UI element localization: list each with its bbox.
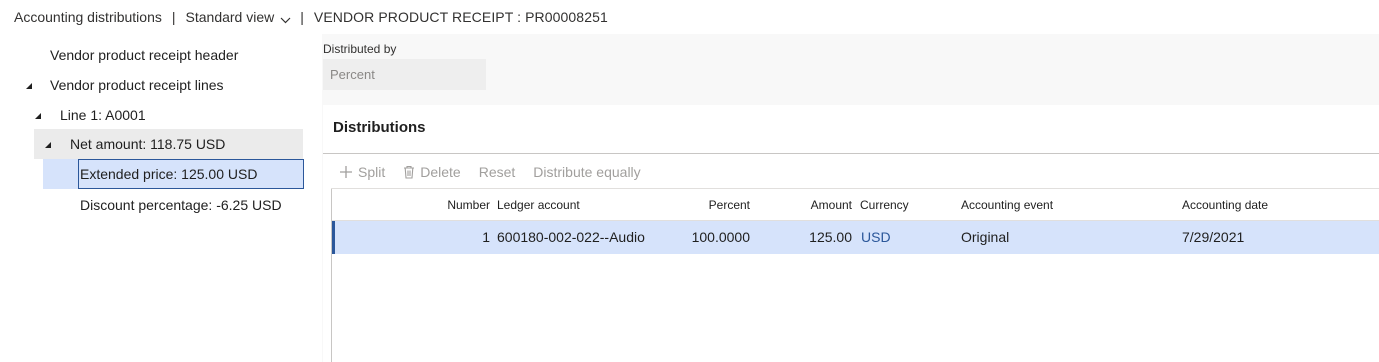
split-button[interactable]: Split	[339, 164, 385, 180]
column-header-accounting-event[interactable]: Accounting event	[961, 189, 1053, 221]
source-document-tree: Vendor product receipt header Vendor pro…	[0, 40, 310, 362]
tree-item-label: Discount percentage: -6.25 USD	[80, 197, 282, 213]
distributed-by-field: Percent	[323, 59, 486, 90]
cell-number[interactable]: 1	[482, 221, 490, 253]
distributed-by-label: Distributed by	[323, 42, 397, 56]
tree-item-line-1[interactable]: Line 1: A0001	[60, 100, 146, 130]
column-header-ledger-account[interactable]: Ledger account	[497, 189, 580, 221]
distributions-toolbar: Split Delete Reset Distribute equally	[339, 162, 659, 182]
tree-item-label: Vendor product receipt lines	[50, 77, 224, 93]
plus-icon	[340, 166, 352, 178]
tree-item-label: Vendor product receipt header	[50, 47, 239, 63]
tree-item-discount-percentage[interactable]: Discount percentage: -6.25 USD	[80, 190, 282, 220]
expanded-triangle-icon[interactable]	[34, 112, 42, 120]
tree-item-label: Line 1: A0001	[60, 107, 146, 123]
reset-label: Reset	[478, 164, 516, 180]
distributions-grid: Number Ledger account Percent Amount Cur…	[331, 189, 1379, 362]
tree-item-receipt-lines[interactable]: Vendor product receipt lines	[50, 70, 224, 100]
trash-icon	[404, 165, 415, 179]
column-header-accounting-date[interactable]: Accounting date	[1182, 189, 1268, 221]
expanded-triangle-icon[interactable]	[44, 141, 52, 149]
expanded-triangle-icon[interactable]	[25, 82, 33, 90]
distribute-equally-label: Distribute equally	[533, 164, 641, 180]
cell-percent[interactable]: 100.0000	[692, 221, 750, 253]
column-header-currency[interactable]: Currency	[860, 189, 909, 221]
breadcrumb: Accounting distributions | Standard view…	[0, 0, 1379, 34]
page-title: Accounting distributions	[14, 9, 162, 25]
column-header-number[interactable]: Number	[447, 189, 490, 221]
cell-amount[interactable]: 125.00	[809, 221, 852, 253]
divider	[323, 153, 1379, 154]
reset-button[interactable]: Reset	[479, 164, 516, 180]
cell-accounting-date[interactable]: 7/29/2021	[1182, 221, 1244, 253]
column-header-amount[interactable]: Amount	[811, 189, 852, 221]
distributions-title: Distributions	[333, 119, 426, 136]
row-selection-marker	[332, 221, 335, 254]
view-name: Standard view	[185, 9, 275, 25]
tree-item-label: Extended price: 125.00 USD	[80, 166, 258, 182]
breadcrumb-separator-2: |	[300, 9, 304, 25]
accounting-distributions-page: Accounting distributions | Standard view…	[0, 0, 1379, 362]
distributions-card: Distributions Split Delete Reset Distrib…	[323, 105, 1379, 362]
delete-label: Delete	[420, 164, 461, 180]
table-row[interactable]: 1 600180-002-022--Audio 100.0000 125.00 …	[332, 221, 1379, 254]
delete-button[interactable]: Delete	[403, 164, 461, 180]
cell-accounting-event[interactable]: Original	[961, 221, 1009, 253]
tree-item-receipt-header[interactable]: Vendor product receipt header	[50, 40, 238, 70]
cell-ledger-account[interactable]: 600180-002-022--Audio	[497, 221, 645, 253]
breadcrumb-separator: |	[171, 9, 176, 25]
distribute-equally-button[interactable]: Distribute equally	[533, 164, 640, 180]
tree-item-label: Net amount: 118.75 USD	[70, 136, 226, 152]
view-selector[interactable]: Standard view	[186, 9, 291, 25]
chevron-down-icon	[280, 12, 291, 24]
grid-header-row: Number Ledger account Percent Amount Cur…	[332, 189, 1379, 221]
record-caption: VENDOR PRODUCT RECEIPT : PR00008251	[313, 9, 608, 25]
cell-currency-link[interactable]: USD	[861, 221, 891, 253]
column-header-percent[interactable]: Percent	[709, 189, 750, 221]
split-label: Split	[358, 164, 386, 180]
distributed-by-value: Percent	[330, 67, 375, 82]
tree-item-net-amount[interactable]: Net amount: 118.75 USD	[34, 129, 303, 159]
tree-item-extended-price[interactable]: Extended price: 125.00 USD	[43, 159, 304, 189]
